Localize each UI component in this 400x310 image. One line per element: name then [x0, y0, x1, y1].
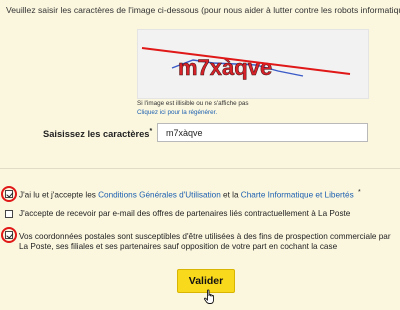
accept-terms-label: J'ai lu et j'accepte les Conditions Géné…: [19, 189, 361, 200]
regenerate-captcha-link[interactable]: Cliquez ici pour la régénérer.: [137, 108, 249, 117]
captcha-field-label-text: Saisissez les caractères: [43, 129, 150, 140]
captcha-help: Si l'image est illisible ou ne s'affiche…: [137, 99, 249, 117]
postal-prospection-checkbox[interactable]: [5, 231, 13, 239]
cgu-link[interactable]: Conditions Générales d'Utilisation: [98, 191, 221, 200]
required-mark: *: [357, 189, 361, 196]
accept-terms-middle: et la: [220, 190, 241, 200]
partner-offers-checkbox[interactable]: [5, 210, 13, 218]
captcha-image: m7xàqve: [137, 29, 369, 99]
partner-offers-label: J'accepte de recevoir par e-mail des off…: [19, 209, 351, 218]
captcha-input[interactable]: [157, 123, 368, 142]
captcha-help-text: Si l'image est illisible ou ne s'affiche…: [137, 100, 249, 107]
captcha-field-label: Saisissez les caractères* :: [43, 128, 161, 139]
required-mark: *: [149, 128, 153, 135]
captcha-instructions: Veuillez saisir les caractères de l'imag…: [6, 5, 400, 15]
charte-link[interactable]: Charte Informatique et Libertés: [241, 191, 354, 200]
postal-prospection-line2: La Poste, ses filiales et ses partenaire…: [19, 242, 338, 251]
postal-prospection-label: Vos coordonnées postales sont susceptibl…: [19, 232, 391, 252]
accept-terms-prefix: J'ai lu et j'accepte les: [19, 190, 99, 200]
divider: [0, 168, 400, 169]
accept-terms-checkbox[interactable]: [5, 190, 13, 198]
postal-prospection-line1: Vos coordonnées postales sont susceptibl…: [19, 232, 391, 241]
